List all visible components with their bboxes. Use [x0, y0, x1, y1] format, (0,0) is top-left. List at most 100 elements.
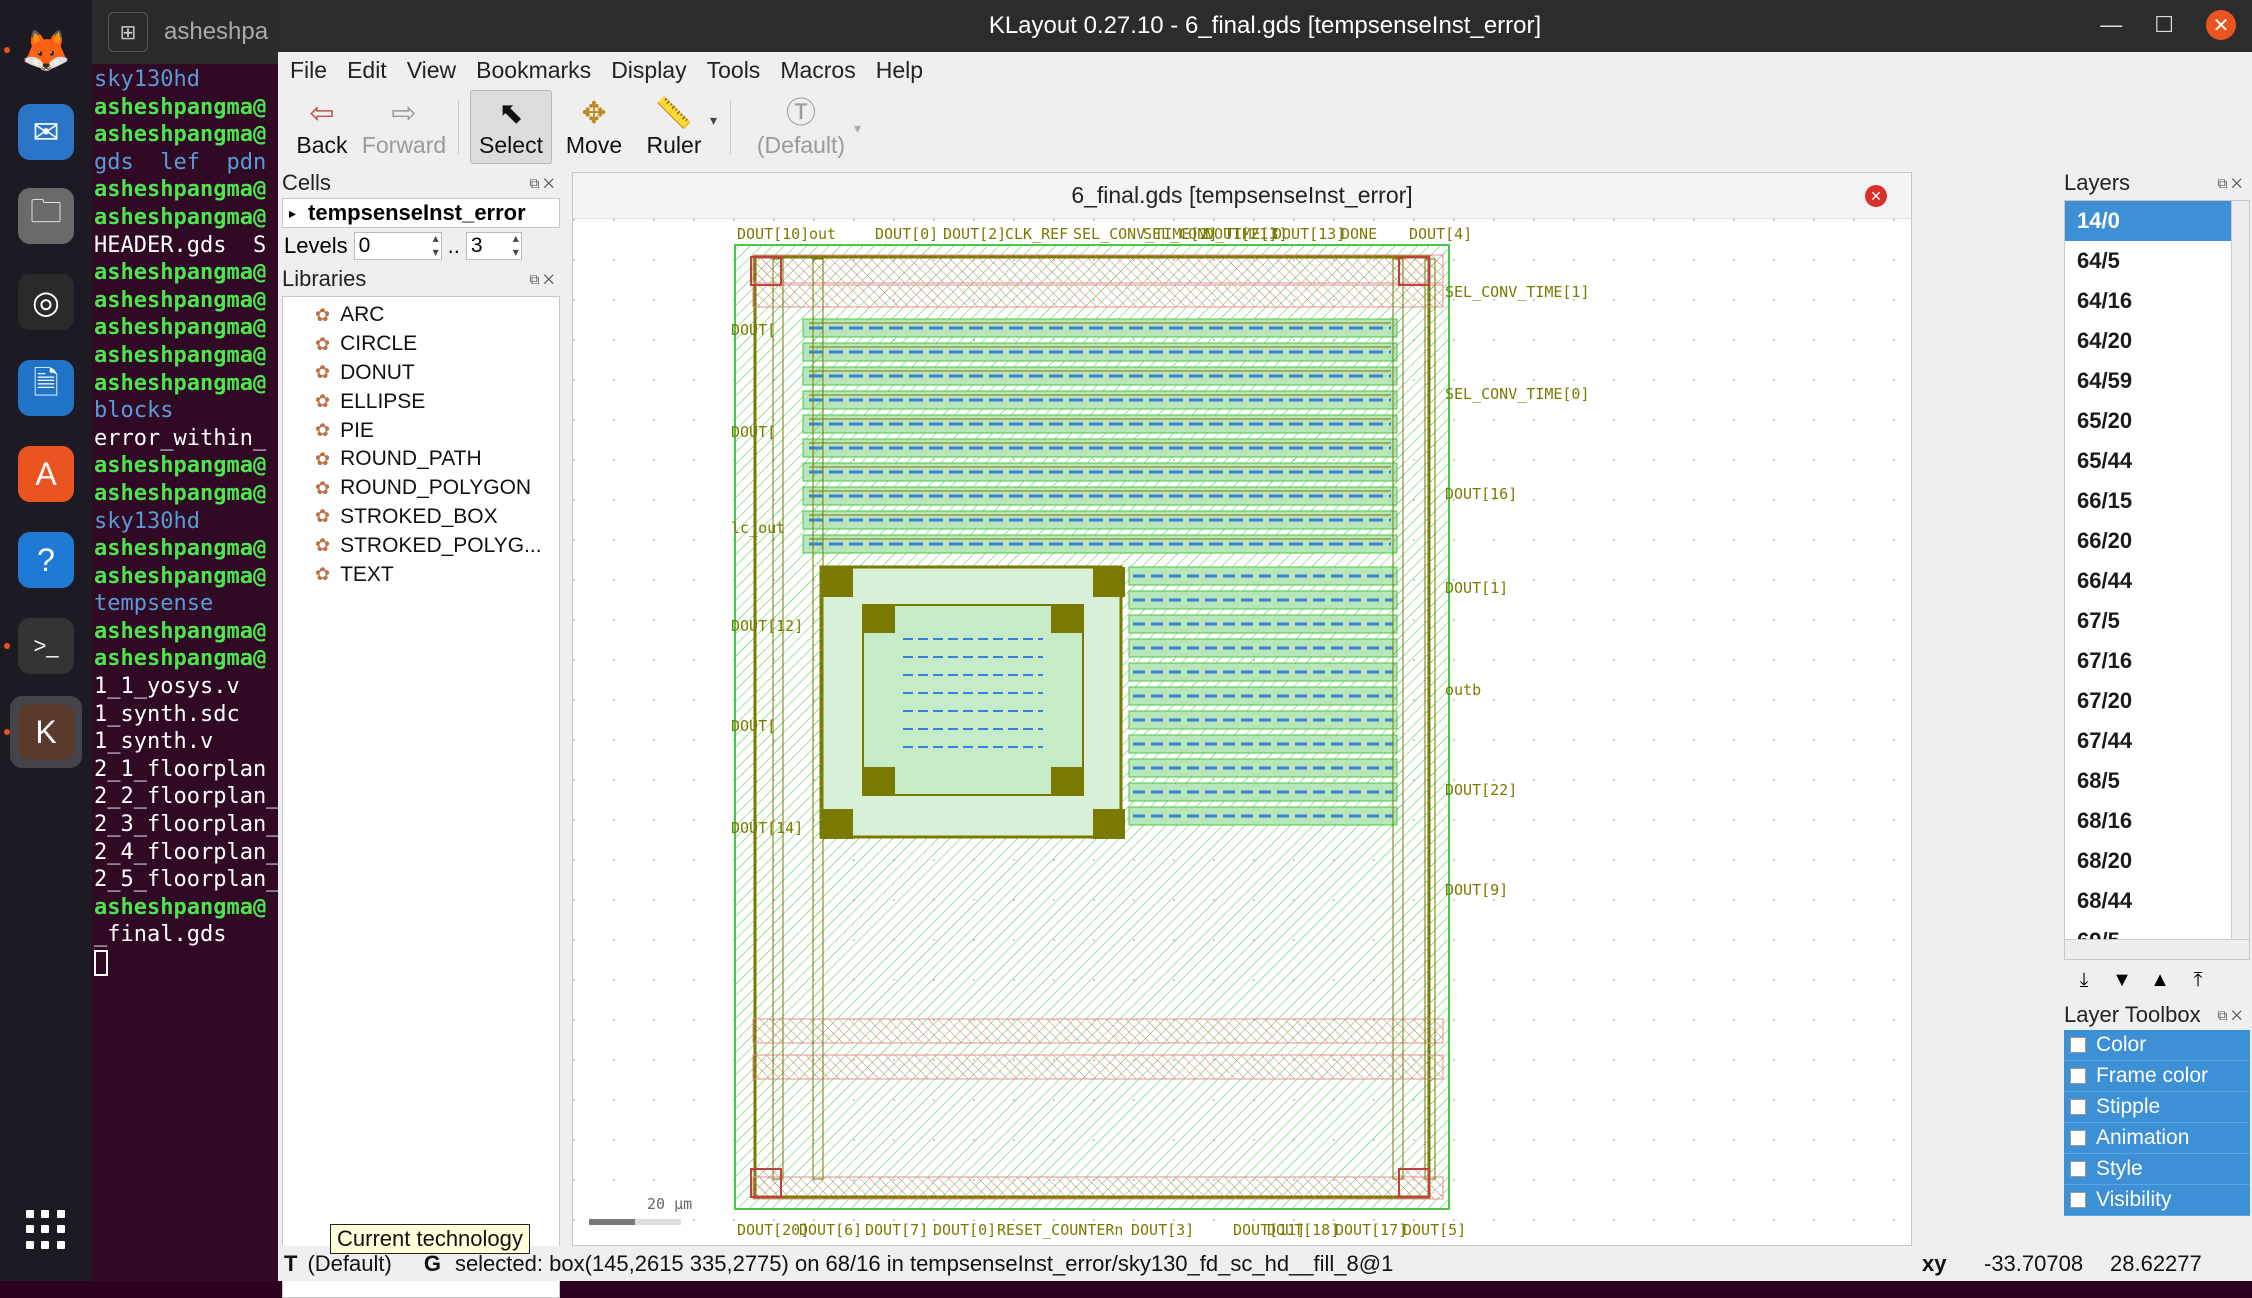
menu-macros[interactable]: Macros: [780, 57, 855, 84]
layer-item[interactable]: 67/5: [2065, 601, 2249, 641]
dock-float-close-icon[interactable]: ⧉✕: [2217, 1007, 2246, 1024]
toolbox-animation[interactable]: Animation: [2064, 1123, 2250, 1154]
menu-view[interactable]: View: [407, 57, 456, 84]
layer-item[interactable]: 65/20: [2065, 401, 2249, 441]
layout-canvas[interactable]: DOUT[10] out DOUT[0] DOUT[2]CLK_REF SEL_CONV…: [573, 219, 1911, 1245]
move-down-icon[interactable]: ▼: [2110, 968, 2134, 992]
scale-bar-segment: [635, 1219, 681, 1225]
menu-edit[interactable]: Edit: [347, 57, 387, 84]
dock-float-close-icon[interactable]: ⧉✕: [529, 271, 558, 288]
show-apps-icon[interactable]: [26, 1210, 66, 1250]
thunderbird-icon[interactable]: ✉: [10, 96, 82, 168]
terminal-line: 2_5_floorplan_: [94, 867, 280, 893]
layer-item[interactable]: 64/5: [2065, 241, 2249, 281]
technology-dropdown-icon[interactable]: ▾: [854, 120, 861, 137]
library-gear-icon: ✿: [315, 564, 331, 585]
menu-file[interactable]: File: [290, 57, 327, 84]
layer-item[interactable]: 66/44: [2065, 561, 2249, 601]
library-item[interactable]: ✿ DONUT: [283, 359, 559, 388]
layer-item[interactable]: 67/20: [2065, 681, 2249, 721]
close-window-icon[interactable]: ✕: [2206, 10, 2236, 40]
ruler-button[interactable]: 📏 Ruler: [634, 90, 714, 164]
library-item[interactable]: ✿ CIRCLE: [283, 330, 559, 359]
layer-item[interactable]: 68/20: [2065, 841, 2249, 881]
rhythmbox-icon[interactable]: ◎: [10, 266, 82, 338]
move-top-icon[interactable]: ⤒: [2186, 968, 2210, 992]
select-button[interactable]: ⬉ Select: [470, 90, 552, 164]
move-up-icon[interactable]: ▲: [2148, 968, 2172, 992]
dock-float-close-icon[interactable]: ⧉✕: [529, 175, 558, 192]
terminal-window[interactable]: ⊞ asheshpa sky130hd asheshpangma@ asheshpa…: [92, 0, 282, 1281]
pin-label: CLK_REF: [1005, 225, 1068, 243]
ruler-dropdown-icon[interactable]: ▾: [710, 112, 717, 129]
layer-item[interactable]: 14/0: [2065, 201, 2249, 241]
library-item[interactable]: ✿ ROUND_POLYGON: [283, 474, 559, 503]
pin-label: DOUT[7]: [865, 1221, 928, 1239]
layer-item[interactable]: 67/44: [2065, 721, 2249, 761]
levels-from-spinbox[interactable]: 0: [353, 231, 442, 260]
layer-vertical-scrollbar[interactable]: [2231, 201, 2249, 941]
layer-item[interactable]: 68/44: [2065, 881, 2249, 921]
layer-item[interactable]: 66/15: [2065, 481, 2249, 521]
running-indicator: [4, 729, 10, 735]
cell-tree[interactable]: ▸ tempsenseInst_error: [282, 198, 560, 228]
layer-horizontal-scrollbar[interactable]: [2065, 939, 2249, 959]
layer-item[interactable]: 68/5: [2065, 761, 2249, 801]
layer-item[interactable]: 64/16: [2065, 281, 2249, 321]
technology-button[interactable]: Ⓣ (Default): [744, 90, 858, 164]
move-bottom-icon[interactable]: ⤓: [2072, 968, 2096, 992]
toolbox-stipple[interactable]: Stipple: [2064, 1092, 2250, 1123]
dock-float-close-icon[interactable]: ⧉✕: [2217, 175, 2246, 192]
power-rail: [752, 254, 1444, 284]
forward-button[interactable]: ⇨ Forward: [358, 90, 450, 164]
terminal-icon[interactable]: >_: [10, 610, 82, 682]
library-gear-icon: ✿: [315, 535, 331, 556]
checkbox-icon: [2070, 1099, 2086, 1115]
scale-label: 20 µm: [647, 1195, 692, 1213]
move-button[interactable]: ✥ Move: [556, 90, 632, 164]
menu-display[interactable]: Display: [611, 57, 686, 84]
help-icon[interactable]: ?: [10, 524, 82, 596]
toolbox-visibility[interactable]: Visibility: [2064, 1185, 2250, 1216]
library-item[interactable]: ✿ STROKED_POLYG...: [283, 531, 559, 560]
layout-tab[interactable]: 6_final.gds [tempsenseInst_error] ✕: [573, 173, 1911, 219]
layer-item[interactable]: 68/16: [2065, 801, 2249, 841]
cells-dock-title: Cells ⧉✕: [282, 170, 558, 195]
expand-arrow-icon[interactable]: ▸: [289, 205, 296, 222]
writer-icon[interactable]: 🗎: [10, 352, 82, 424]
pin-label: DOUT[1]: [1445, 579, 1508, 597]
menu-help[interactable]: Help: [876, 57, 923, 84]
klayout-icon[interactable]: K: [10, 696, 82, 768]
library-item[interactable]: ✿ ARC: [283, 301, 559, 330]
layer-item[interactable]: 67/16: [2065, 641, 2249, 681]
library-item[interactable]: ✿ ROUND_PATH: [283, 445, 559, 474]
firefox-icon[interactable]: 🦊: [10, 14, 82, 86]
terminal-line: asheshpangma@: [94, 536, 267, 562]
library-item[interactable]: ✿ STROKED_BOX: [283, 503, 559, 532]
library-item[interactable]: ✿ ELLIPSE: [283, 387, 559, 416]
tech-status[interactable]: (Default): [307, 1251, 391, 1277]
layer-item[interactable]: 65/44: [2065, 441, 2249, 481]
layer-item[interactable]: 64/59: [2065, 361, 2249, 401]
close-tab-icon[interactable]: ✕: [1865, 185, 1887, 207]
toolbox-style[interactable]: Style: [2064, 1154, 2250, 1185]
layer-item[interactable]: 64/20: [2065, 321, 2249, 361]
levels-to-spinbox[interactable]: 3: [465, 231, 522, 260]
library-item[interactable]: ✿ TEXT: [283, 560, 559, 589]
menu-tools[interactable]: Tools: [707, 57, 761, 84]
top-cell-label[interactable]: tempsenseInst_error: [308, 200, 526, 226]
minimize-icon[interactable]: —: [2100, 12, 2122, 38]
terminal-tab-title[interactable]: asheshpa: [164, 18, 268, 46]
klayout-window: KLayout 0.27.10 - 6_final.gds [tempsense…: [278, 0, 2252, 1298]
layer-item[interactable]: 66/20: [2065, 521, 2249, 561]
library-item[interactable]: ✿ PIE: [283, 416, 559, 445]
toolbox-frame-color[interactable]: Frame color: [2064, 1061, 2250, 1092]
new-tab-icon[interactable]: ⊞: [108, 12, 148, 52]
files-icon[interactable]: 🗀: [10, 180, 82, 252]
software-icon[interactable]: A: [10, 438, 82, 510]
back-button[interactable]: ⇦ Back: [286, 90, 358, 164]
pin-label: DOUT[17]: [1335, 1221, 1407, 1239]
toolbox-color[interactable]: Color: [2064, 1030, 2250, 1061]
maximize-icon[interactable]: ☐: [2154, 12, 2174, 38]
menu-bookmarks[interactable]: Bookmarks: [476, 57, 591, 84]
